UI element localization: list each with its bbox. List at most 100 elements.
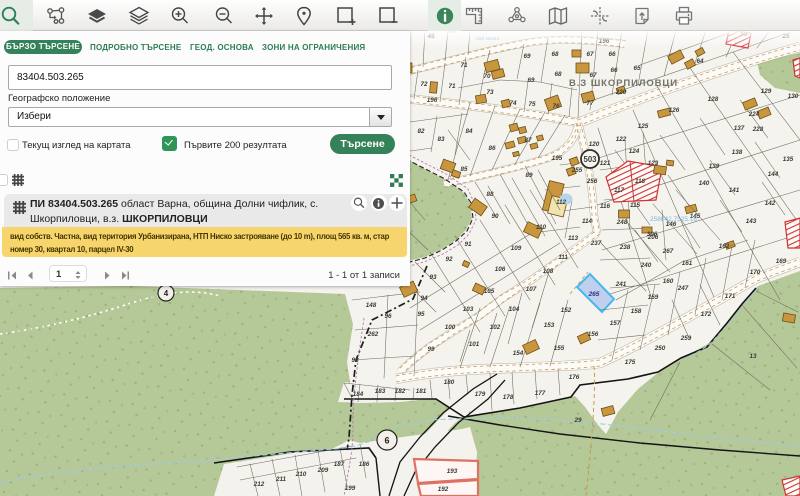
svg-text:107: 107 <box>526 286 537 293</box>
svg-text:89: 89 <box>525 172 533 179</box>
svg-text:123: 123 <box>648 160 659 167</box>
svg-text:90: 90 <box>491 213 499 220</box>
svg-text:179: 179 <box>475 391 486 398</box>
svg-text:137: 137 <box>734 125 745 132</box>
svg-text:258042.7525.16: 258042.7525.16 <box>650 216 697 223</box>
svg-text:160: 160 <box>663 278 674 285</box>
svg-text:76: 76 <box>552 103 560 110</box>
svg-text:101: 101 <box>469 341 480 348</box>
svg-text:85: 85 <box>460 166 468 173</box>
svg-text:94: 94 <box>420 295 428 302</box>
svg-text:130: 130 <box>788 93 799 100</box>
svg-text:238: 238 <box>619 244 631 251</box>
svg-text:210: 210 <box>295 471 307 478</box>
svg-text:212: 212 <box>253 481 265 488</box>
svg-text:196: 196 <box>427 97 438 104</box>
svg-text:115: 115 <box>630 202 641 209</box>
svg-text:122: 122 <box>616 136 627 143</box>
svg-text:13: 13 <box>749 353 757 360</box>
svg-text:175: 175 <box>625 359 636 366</box>
svg-text:183: 183 <box>375 388 386 395</box>
svg-text:182: 182 <box>395 388 406 395</box>
svg-text:66: 66 <box>610 67 618 74</box>
svg-text:104: 104 <box>509 306 520 313</box>
svg-text:503: 503 <box>583 155 597 164</box>
svg-text:142: 142 <box>765 200 776 207</box>
svg-text:181: 181 <box>416 388 427 395</box>
svg-text:70: 70 <box>483 73 491 80</box>
svg-text:139: 139 <box>709 163 720 170</box>
svg-text:193: 193 <box>447 468 458 475</box>
svg-text:120: 120 <box>589 141 600 148</box>
svg-text:91: 91 <box>464 241 472 248</box>
svg-text:105: 105 <box>484 288 495 295</box>
svg-text:124: 124 <box>629 148 640 155</box>
svg-text:64: 64 <box>696 58 704 65</box>
svg-text:176: 176 <box>569 374 580 381</box>
svg-text:248: 248 <box>616 219 628 226</box>
svg-text:148: 148 <box>366 302 377 309</box>
svg-text:259: 259 <box>680 335 692 342</box>
svg-text:220: 220 <box>615 89 627 96</box>
svg-text:65: 65 <box>633 65 641 72</box>
svg-text:109: 109 <box>511 245 522 252</box>
svg-text:159: 159 <box>648 294 659 301</box>
svg-text:71: 71 <box>460 62 468 69</box>
svg-text:83: 83 <box>437 136 445 143</box>
svg-text:4: 4 <box>164 289 169 298</box>
svg-text:117: 117 <box>614 187 625 194</box>
svg-text:72: 72 <box>420 81 428 88</box>
svg-text:156: 156 <box>588 331 599 338</box>
svg-text:135: 135 <box>783 156 794 163</box>
svg-text:87: 87 <box>524 137 532 144</box>
svg-text:69: 69 <box>523 53 531 60</box>
svg-text:247: 247 <box>677 285 689 292</box>
svg-text:155: 155 <box>554 345 565 352</box>
svg-text:262: 262 <box>367 331 379 338</box>
svg-text:128: 128 <box>708 96 719 103</box>
svg-text:102: 102 <box>490 324 501 331</box>
svg-text:66: 66 <box>608 51 616 58</box>
svg-text:237: 237 <box>590 240 602 247</box>
svg-text:74: 74 <box>509 100 517 107</box>
svg-text:154: 154 <box>513 350 524 357</box>
svg-text:255: 255 <box>571 167 583 174</box>
svg-text:В.З ШКОРПИЛОВЦИ: В.З ШКОРПИЛОВЦИ <box>569 78 678 89</box>
svg-text:186: 186 <box>359 461 370 468</box>
svg-text:177: 177 <box>535 390 546 397</box>
svg-text:75: 75 <box>528 101 536 108</box>
svg-text:169: 169 <box>776 258 787 265</box>
svg-text:77: 77 <box>586 100 594 107</box>
svg-text:143: 143 <box>746 218 757 225</box>
svg-text:192: 192 <box>438 486 449 493</box>
svg-text:67: 67 <box>586 51 594 58</box>
svg-text:141: 141 <box>729 187 740 194</box>
svg-text:68: 68 <box>554 71 562 78</box>
svg-text:138: 138 <box>732 149 743 156</box>
svg-text:161: 161 <box>682 260 693 267</box>
svg-text:180: 180 <box>444 379 455 386</box>
svg-text:306: 306 <box>647 231 658 238</box>
svg-text:144: 144 <box>768 171 779 178</box>
svg-text:100: 100 <box>445 324 456 331</box>
svg-text:211: 211 <box>275 476 287 483</box>
svg-text:158: 158 <box>631 308 642 315</box>
svg-text:82: 82 <box>417 128 425 135</box>
svg-text:114: 114 <box>582 218 593 225</box>
svg-text:171: 171 <box>725 293 736 300</box>
svg-text:209: 209 <box>317 467 329 474</box>
svg-text:71: 71 <box>448 83 456 90</box>
svg-text:112: 112 <box>556 199 567 206</box>
svg-text:113: 113 <box>568 235 579 242</box>
svg-text:99: 99 <box>427 346 435 353</box>
svg-text:170: 170 <box>750 269 761 276</box>
svg-text:92: 92 <box>445 256 453 263</box>
svg-text:116: 116 <box>600 203 611 210</box>
svg-text:69: 69 <box>527 77 535 84</box>
svg-text:93: 93 <box>429 274 437 281</box>
svg-text:187: 187 <box>334 461 345 468</box>
svg-text:178: 178 <box>503 394 514 401</box>
svg-text:228: 228 <box>752 126 764 133</box>
svg-text:157: 157 <box>610 320 621 327</box>
svg-text:98: 98 <box>351 357 359 364</box>
